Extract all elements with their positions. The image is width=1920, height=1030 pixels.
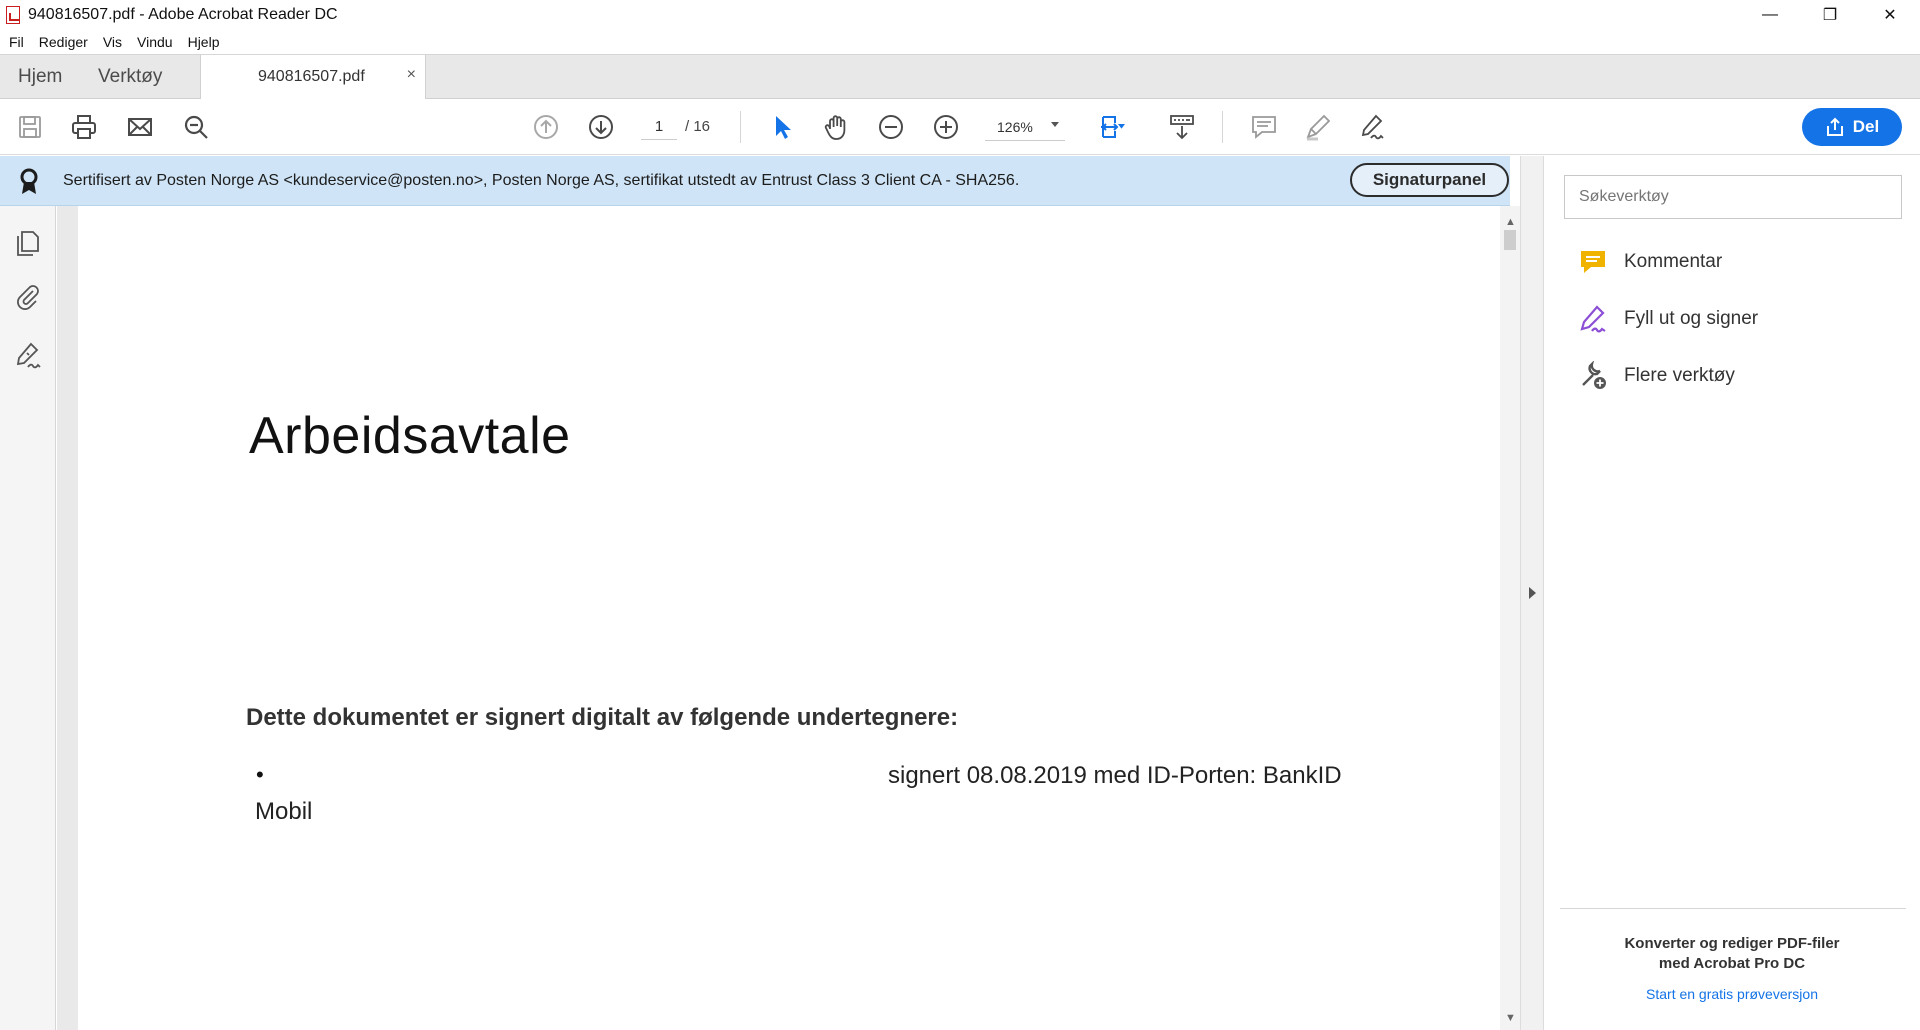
promo-text: Konverter og rediger PDF-filer med Acrob…: [1544, 934, 1920, 974]
signer-line-continued: Mobil: [255, 798, 313, 825]
pdf-app-icon: [6, 6, 20, 24]
certificate-ribbon-icon: [20, 168, 38, 194]
tab-home[interactable]: Hjem: [18, 55, 62, 99]
left-rail: [0, 206, 69, 1030]
signer-line: signert 08.08.2019 med ID-Porten: BankID: [888, 762, 1342, 789]
pane-splitter[interactable]: [1520, 156, 1544, 1030]
minimize-button[interactable]: —: [1740, 0, 1800, 30]
pane-divider: [1560, 908, 1906, 909]
scroll-mode-icon[interactable]: [1166, 111, 1198, 143]
scroll-up-icon[interactable]: ▲: [1505, 216, 1516, 228]
highlight-icon[interactable]: [1302, 111, 1334, 143]
comment-icon[interactable]: [1248, 111, 1280, 143]
zoom-out-icon[interactable]: [875, 111, 907, 143]
fit-page-icon[interactable]: [1096, 111, 1128, 143]
scroll-thumb[interactable]: [1504, 230, 1516, 250]
select-cursor-icon[interactable]: [766, 111, 798, 143]
promo-line-1: Konverter og rediger PDF-filer: [1624, 935, 1840, 952]
signature-status-text: Sertifisert av Posten Norge AS <kundeser…: [63, 172, 1020, 189]
share-button[interactable]: Del: [1802, 108, 1902, 146]
search-icon[interactable]: [180, 111, 212, 143]
zoom-in-icon[interactable]: [930, 111, 962, 143]
hand-tool-icon[interactable]: [820, 111, 852, 143]
restore-button[interactable]: ❐: [1800, 0, 1860, 30]
title-bar: 940816507.pdf - Adobe Acrobat Reader DC …: [0, 0, 1920, 30]
document-intro: Dette dokumentet er signert digitalt av …: [246, 704, 959, 731]
fill-sign-icon[interactable]: [1356, 111, 1388, 143]
window-controls: — ❐ ✕: [1740, 0, 1920, 30]
next-page-icon[interactable]: [585, 111, 617, 143]
share-label: Del: [1852, 117, 1880, 136]
vertical-scrollbar[interactable]: ▲ ▼: [1500, 206, 1520, 1030]
collapse-right-pane-icon[interactable]: [1529, 587, 1536, 599]
tool-fill-sign-label: Fyll ut og signer: [1624, 308, 1759, 329]
signatures-icon[interactable]: [13, 340, 43, 370]
close-window-button[interactable]: ✕: [1860, 0, 1920, 30]
menu-bar: Fil Rediger Vis Vindu Hjelp: [0, 30, 1920, 54]
menu-window[interactable]: Vindu: [137, 34, 173, 50]
tool-comment-label: Kommentar: [1624, 251, 1723, 272]
menu-file[interactable]: Fil: [9, 34, 24, 50]
signature-bar: Sertifisert av Posten Norge AS <kundeser…: [0, 156, 1510, 206]
document-title: Arbeidsavtale: [249, 407, 571, 465]
window-title: 940816507.pdf - Adobe Acrobat Reader DC: [28, 6, 338, 23]
print-icon[interactable]: [68, 111, 100, 143]
chevron-down-icon: [1051, 122, 1059, 127]
menu-edit[interactable]: Rediger: [39, 34, 88, 50]
scroll-down-icon[interactable]: ▼: [1505, 1012, 1516, 1024]
menu-help[interactable]: Hjelp: [188, 34, 220, 50]
fill-sign-tool-icon: [1580, 305, 1606, 333]
tool-more-tools-label: Flere verktøy: [1624, 365, 1735, 386]
toolbar: / 16 126% Del: [0, 99, 1920, 155]
pdf-page: Arbeidsavtale Dette dokumentet er signer…: [78, 206, 1500, 1030]
share-icon: [1826, 117, 1843, 136]
tool-fill-sign[interactable]: Fyll ut og signer: [1578, 302, 1758, 336]
tab-bar: Hjem Verktøy 940816507.pdf ×: [0, 54, 1920, 100]
tab-document[interactable]: 940816507.pdf ×: [200, 55, 426, 100]
zoom-value: 126%: [997, 119, 1033, 135]
comment-tool-icon: [1581, 251, 1605, 273]
tool-comment[interactable]: Kommentar: [1578, 245, 1722, 279]
zoom-select[interactable]: 126%: [985, 113, 1065, 141]
document-tab-label: 940816507.pdf: [258, 68, 365, 85]
promo-line-2: med Acrobat Pro DC: [1658, 955, 1806, 972]
menu-view[interactable]: Vis: [103, 34, 122, 50]
tab-tools[interactable]: Verktøy: [98, 55, 162, 99]
email-icon[interactable]: [124, 111, 156, 143]
previous-page-icon[interactable]: [530, 111, 562, 143]
tools-pane: Kommentar Fyll ut og signer Flere verktø…: [1544, 156, 1920, 1030]
page-number-input[interactable]: [641, 114, 677, 140]
search-tools-input[interactable]: [1564, 175, 1902, 219]
toolbar-divider: [740, 111, 741, 143]
attachments-icon[interactable]: [13, 282, 43, 312]
page-thumbnails-icon[interactable]: [13, 228, 43, 258]
tool-more-tools[interactable]: Flere verktøy: [1578, 359, 1735, 393]
save-icon[interactable]: [14, 111, 46, 143]
toolbar-divider: [1222, 111, 1223, 143]
more-tools-icon: [1582, 361, 1606, 389]
free-trial-link[interactable]: Start en gratis prøveversjon: [1544, 986, 1920, 1002]
bullet-marker: •: [256, 762, 264, 787]
page-total: / 16: [685, 118, 711, 135]
signature-panel-button[interactable]: Signaturpanel: [1350, 163, 1509, 197]
close-tab-icon[interactable]: ×: [407, 66, 416, 84]
document-viewport[interactable]: Arbeidsavtale Dette dokumentet er signer…: [57, 206, 1500, 1030]
